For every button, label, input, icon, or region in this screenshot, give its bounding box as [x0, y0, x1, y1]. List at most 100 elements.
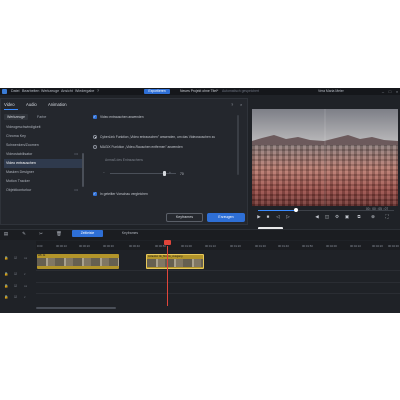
- track-lock-icon[interactable]: 🔒: [4, 272, 8, 276]
- settings-icon[interactable]: ⚙: [334, 214, 340, 220]
- magix-denoise-radio[interactable]: [93, 145, 97, 149]
- next-frame-icon[interactable]: ▷: [285, 214, 291, 220]
- magix-denoise-label: MAGIX Funktion „Video-Rauschen entfernen…: [100, 145, 183, 149]
- ruler-tick: 00:01:10: [205, 244, 216, 248]
- zoom-icon[interactable]: ⊕: [370, 214, 376, 220]
- clip-thumbnails: [147, 259, 203, 267]
- help-icon[interactable]: ?: [231, 102, 233, 107]
- tab-animation[interactable]: Animation: [48, 102, 67, 108]
- menu-view[interactable]: Ansicht: [61, 88, 73, 95]
- menu-bar: Datei Bearbeiten Werkzeuge Ansicht Wiede…: [0, 88, 400, 95]
- stop-icon[interactable]: ■: [265, 214, 271, 220]
- ruler-tick: 00:01:00: [181, 244, 192, 248]
- menu-playback[interactable]: Wiedergabe: [75, 88, 94, 95]
- enable-denoise-checkbox[interactable]: [93, 114, 97, 119]
- undock-icon[interactable]: ⧉: [356, 214, 362, 220]
- keyframes-button[interactable]: Keyframes: [166, 213, 203, 222]
- layout-icon[interactable]: ▤: [2, 230, 10, 238]
- volume-icon[interactable]: ◀: [314, 214, 320, 220]
- export-button[interactable]: Exportieren: [144, 89, 170, 94]
- track-visibility-icon[interactable]: ☑: [14, 284, 17, 288]
- strength-slider-thumb[interactable]: [163, 171, 166, 176]
- settings-scrollbar[interactable]: [237, 115, 239, 175]
- track-audio-icon[interactable]: ♪: [24, 295, 26, 299]
- cyberlink-denoise-radio[interactable]: [93, 135, 97, 139]
- minimize-icon[interactable]: –: [380, 88, 386, 95]
- play-icon[interactable]: ▶: [256, 214, 262, 220]
- quality-icon[interactable]: ▣: [344, 214, 350, 220]
- tab-audio[interactable]: Audio: [26, 102, 37, 108]
- track-audio-icon[interactable]: ♪: [24, 272, 26, 276]
- timeline-scrollbar[interactable]: [36, 307, 116, 309]
- sidebar-item-denoise[interactable]: Video entrauschen: [4, 159, 83, 168]
- track-visibility-icon[interactable]: ☑: [14, 272, 17, 276]
- sidebar-tab-tools[interactable]: Werkzeuge: [4, 114, 28, 120]
- sidebar-item-label: Schwenken/Zoomen: [6, 143, 39, 147]
- playhead-handle[interactable]: [164, 240, 171, 245]
- sidebar-scrollbar[interactable]: [82, 153, 84, 187]
- plus-icon[interactable]: +: [169, 171, 171, 175]
- ruler-tick: 00:01:20: [230, 244, 241, 248]
- video-effects-dialog: Video Audio Animation ? × Werkzeuge Farb…: [0, 98, 248, 225]
- sidebar-item-label: Videogeschwindigkeit: [6, 125, 41, 129]
- enable-denoise-label: Video entrauschen anwenden: [100, 115, 144, 119]
- track-visibility-icon[interactable]: ☑: [14, 295, 17, 299]
- prev-frame-icon[interactable]: ◁: [275, 214, 281, 220]
- user-name[interactable]: Vera Maria Meier: [318, 88, 344, 95]
- sidebar-item-motion-tracker[interactable]: Motion Tracker: [4, 177, 83, 186]
- fullscreen-icon[interactable]: ⛶: [384, 214, 390, 220]
- maximize-icon[interactable]: □: [387, 88, 393, 95]
- ruler-tick: 00:02:20: [372, 244, 383, 248]
- strength-label: Anmaß des Entrauschens: [105, 158, 143, 162]
- more-icon[interactable]: •••: [74, 150, 78, 159]
- cut-icon[interactable]: ✂: [37, 230, 45, 238]
- video-clip-1[interactable]: Wb 4k: [37, 254, 119, 269]
- minus-icon[interactable]: −: [103, 171, 105, 175]
- track-video-icon[interactable]: ▭: [24, 256, 27, 260]
- cyberlink-denoise-label: CyberLink Funktion „Video entrauschen" a…: [100, 135, 216, 139]
- ruler-tick: 00:01:30: [255, 244, 266, 248]
- ruler-tick: 00:00:20: [79, 244, 90, 248]
- tab-keyframes[interactable]: Keyframes: [113, 230, 147, 237]
- menu-file[interactable]: Datei: [11, 88, 19, 95]
- project-title: Neues Projekt ohne Titel*: [180, 89, 219, 93]
- sidebar-item-stabilizer[interactable]: Videostabilisator •••: [4, 150, 83, 159]
- sidebar-item-mask-designer[interactable]: Masken Designer: [4, 168, 83, 177]
- track-lock-icon[interactable]: 🔒: [4, 256, 8, 260]
- ruler-tick: 00:00:10: [56, 244, 67, 248]
- video-clip-2[interactable]: Anlaufen 4k_Mobile_Ausgang: [146, 254, 204, 269]
- time-ruler[interactable]: [36, 241, 400, 250]
- preview-video[interactable]: [252, 109, 398, 206]
- edit-icon[interactable]: ✎: [20, 230, 28, 238]
- sidebar-item-chroma-key[interactable]: Chroma Key: [4, 132, 83, 141]
- track-lock-icon[interactable]: 🔒: [4, 284, 8, 288]
- snapshot-icon[interactable]: ◫: [324, 214, 330, 220]
- window-close-icon[interactable]: ×: [394, 88, 400, 95]
- tab-timeline[interactable]: Zeitleiste: [72, 230, 103, 237]
- split-preview-label: In geteilter Vorschau vergleichen: [100, 192, 148, 196]
- timecode-display: 00 : 00 : 05 : 07: [366, 207, 389, 211]
- sidebar-item-label: Video entrauschen: [6, 161, 36, 165]
- split-preview-checkbox[interactable]: [93, 191, 97, 196]
- scrubber-handle[interactable]: [294, 208, 298, 212]
- tab-video[interactable]: Video: [4, 102, 15, 108]
- track-video-icon[interactable]: ▭: [24, 284, 27, 288]
- track-visibility-icon[interactable]: ☑: [14, 256, 17, 260]
- sidebar-item-pan-zoom[interactable]: Schwenken/Zoomen: [4, 141, 83, 150]
- sidebar-item-object-contour[interactable]: Objektkonturkur •••: [4, 186, 83, 195]
- view-switch: Zeitleiste Keyframes: [72, 230, 156, 237]
- menu-help[interactable]: ?: [97, 88, 99, 95]
- track-lock-icon[interactable]: 🔒: [4, 295, 8, 299]
- sidebar-item-video-speed[interactable]: Videogeschwindigkeit: [4, 123, 83, 132]
- strength-value[interactable]: 70: [180, 172, 184, 176]
- menu-edit[interactable]: Bearbeiten: [22, 88, 39, 95]
- strength-slider-track[interactable]: [110, 173, 176, 174]
- delete-icon[interactable]: 🗑: [55, 230, 63, 238]
- ruler-tick: 0:00: [37, 244, 43, 248]
- close-icon[interactable]: ×: [240, 102, 242, 107]
- menu-tools[interactable]: Werkzeuge: [41, 88, 59, 95]
- generate-button[interactable]: Erzeugen: [207, 213, 245, 222]
- denoise-settings: Video entrauschen anwenden CyberLink Fun…: [91, 113, 243, 213]
- sidebar-tab-color[interactable]: Farbe: [37, 114, 46, 120]
- more-icon[interactable]: •••: [74, 186, 78, 195]
